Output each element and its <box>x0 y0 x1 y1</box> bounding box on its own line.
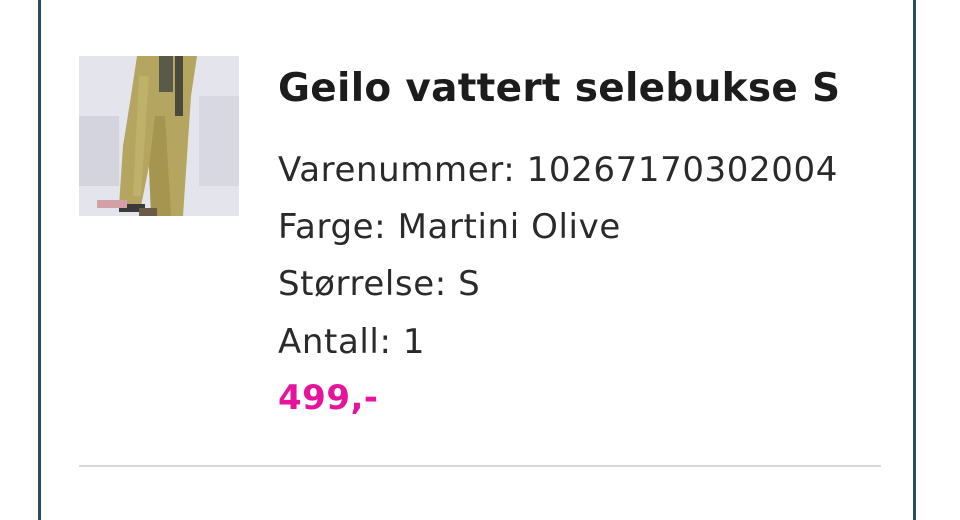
product-price: 499,- <box>278 378 379 418</box>
product-size: Størrelse: S <box>278 264 481 304</box>
product-thumbnail[interactable] <box>79 56 239 216</box>
product-color: Farge: Martini Olive <box>278 207 621 247</box>
divider <box>79 465 881 467</box>
product-title[interactable]: Geilo vattert selebukse S <box>278 66 840 111</box>
product-quantity: Antall: 1 <box>278 322 426 362</box>
product-sku: Varenummer: 10267170302004 <box>278 150 838 190</box>
